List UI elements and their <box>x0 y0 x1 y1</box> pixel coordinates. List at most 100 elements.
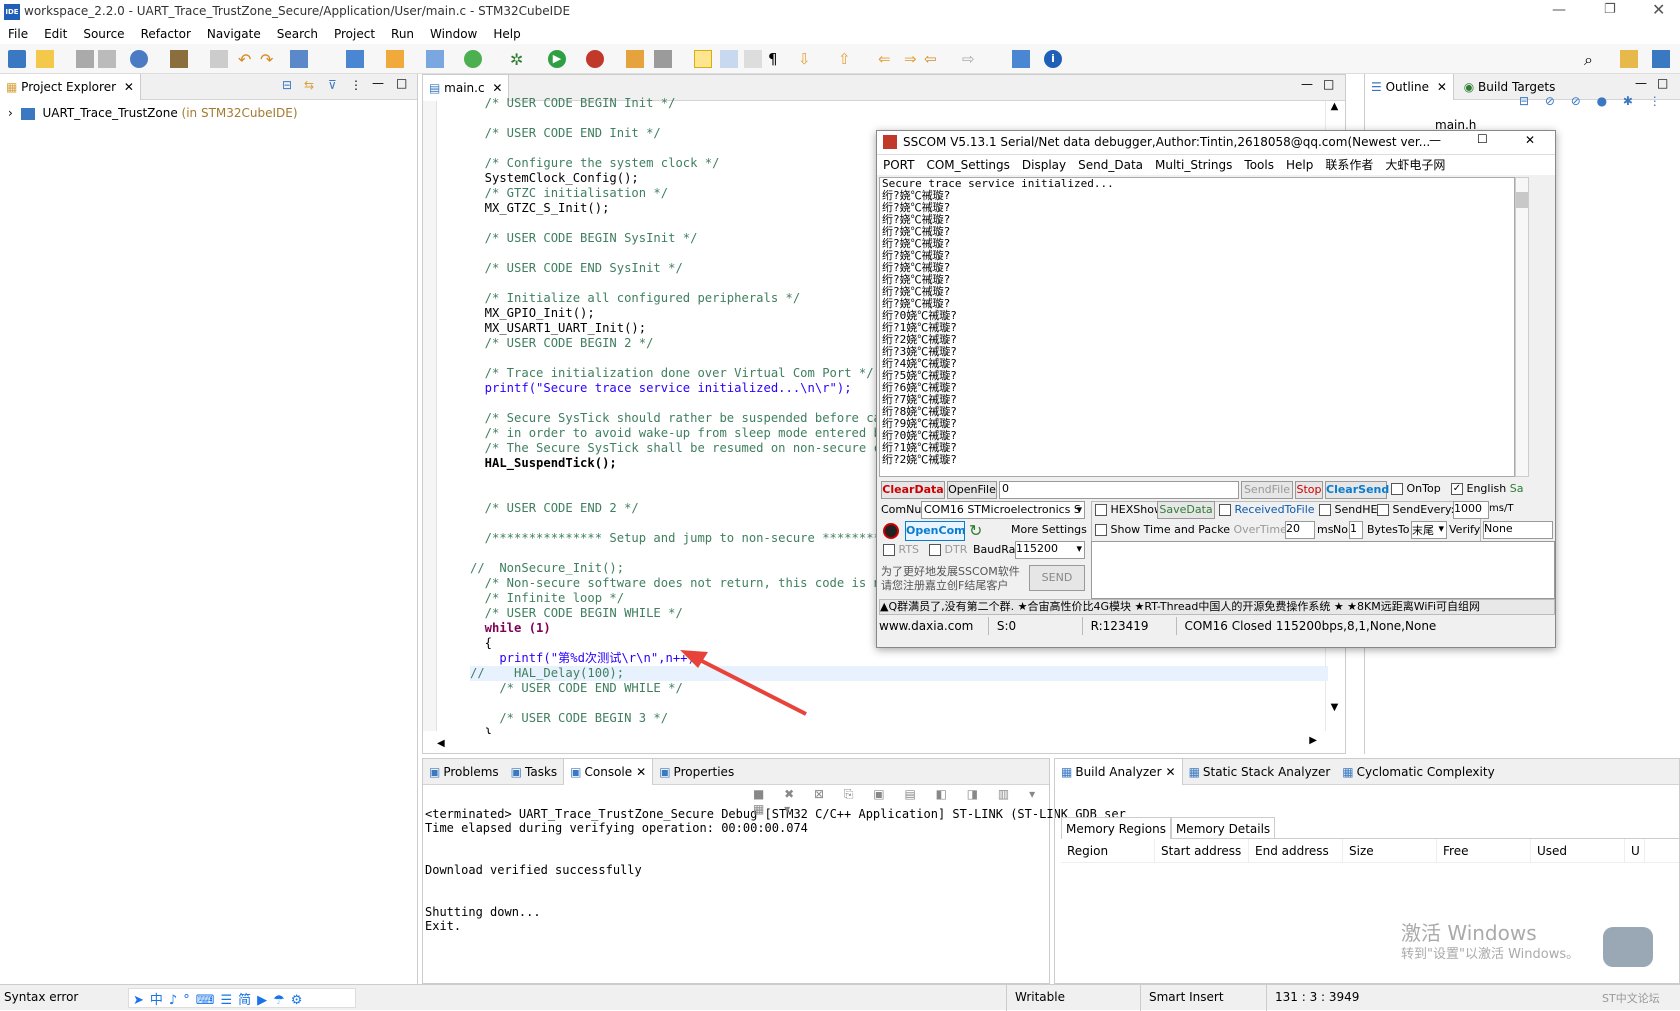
menu-refactor[interactable]: Refactor <box>133 24 199 44</box>
undo-icon[interactable]: ↶ <box>238 50 256 69</box>
collapse-all-icon[interactable]: ⊟ <box>282 78 292 92</box>
wand-icon[interactable] <box>654 50 672 68</box>
close-icon[interactable]: ✕ <box>1652 0 1665 19</box>
send-every-checkbox[interactable]: SendEvery: <box>1377 503 1454 516</box>
restore-icon[interactable]: ❐ <box>1604 2 1616 17</box>
checkbox-box[interactable] <box>1095 504 1107 516</box>
pilcrow-icon[interactable]: ¶ <box>768 50 786 68</box>
toggle-mark-icon[interactable] <box>720 50 738 68</box>
column-header[interactable]: U <box>1625 839 1645 863</box>
menu-file[interactable]: File <box>0 24 36 44</box>
refresh-icon[interactable] <box>464 50 482 68</box>
code-line[interactable]: 93 /* USER CODE BEGIN Init */ <box>470 96 1328 111</box>
chevron-down-icon[interactable]: ▾ <box>1438 522 1444 535</box>
chevron-down-icon[interactable]: ▾ <box>1076 502 1082 518</box>
scroll-up-icon[interactable]: ▲ <box>1326 101 1343 112</box>
comnum-select[interactable]: COM16 STMicroelectronics S ▾ <box>921 501 1085 519</box>
close-icon[interactable]: ✕ <box>124 80 134 94</box>
next-annotation-icon[interactable]: ⇩ <box>798 50 816 68</box>
sscom-menu-item[interactable]: Send_Data <box>1072 158 1149 172</box>
sscom-menu-item[interactable]: PORT <box>877 158 920 172</box>
prev-annotation-icon[interactable]: ⇧ <box>838 50 856 68</box>
checkbox-checked[interactable]: ✓ <box>1451 483 1463 495</box>
chat-bubble-icon[interactable] <box>1603 927 1653 967</box>
refresh-icon[interactable]: ↻ <box>969 521 982 540</box>
debug-icon[interactable]: ✲ <box>510 50 528 69</box>
bytes-to-select[interactable]: 末尾 ▾ <box>1411 521 1447 539</box>
editor-hscrollbar[interactable]: ◀ ▶ <box>437 735 1317 751</box>
checkbox-box[interactable] <box>929 544 941 556</box>
minimize-icon[interactable]: — <box>1552 2 1566 18</box>
received-to-file-checkbox[interactable]: ReceivedToFile <box>1219 503 1315 516</box>
minimize-view-icon[interactable]: — <box>1301 77 1313 91</box>
close-icon[interactable]: ✕ <box>636 765 646 779</box>
column-header[interactable]: End address <box>1249 839 1343 863</box>
menu-source[interactable]: Source <box>75 24 132 44</box>
console-output[interactable]: Time elapsed during verifying operation:… <box>423 821 1049 933</box>
tab-tasks[interactable]: ▣ Tasks <box>505 759 564 785</box>
menu-navigate[interactable]: Navigate <box>199 24 269 44</box>
maximize-view-icon[interactable]: □ <box>1323 77 1334 91</box>
code-line[interactable]: 132 /* USER CODE END WHILE */ <box>470 681 1328 696</box>
tab-properties[interactable]: ▣ Properties <box>653 759 740 785</box>
chevron-right-icon[interactable]: › <box>8 106 13 120</box>
binary-icon[interactable] <box>210 50 228 68</box>
project-tree-item[interactable]: › UART_Trace_TrustZone (in STM32CubeIDE) <box>0 100 417 126</box>
status-site[interactable]: www.daxia.com <box>879 617 989 635</box>
subtab-memory-details[interactable]: Memory Details <box>1170 817 1276 839</box>
open-type-icon[interactable] <box>386 50 404 68</box>
close-icon[interactable]: ✕ <box>1437 80 1447 94</box>
terminal-icon[interactable] <box>290 50 308 68</box>
scroll-thumb[interactable] <box>1516 192 1528 208</box>
stop-button[interactable]: Stop <box>1295 481 1323 499</box>
maximize-icon[interactable]: ☐ <box>1477 132 1488 146</box>
close-icon[interactable]: ✕ <box>1166 765 1176 779</box>
tab-cyclomatic-complexity[interactable]: ▦ Cyclomatic Complexity <box>1336 759 1500 785</box>
settings-icon[interactable] <box>130 50 148 68</box>
sscom-menu-item[interactable]: COM_Settings <box>920 158 1015 172</box>
code-line[interactable]: 133 <box>470 696 1328 711</box>
open-perspective-icon[interactable] <box>1620 50 1638 68</box>
run-icon[interactable]: ▶ <box>548 50 566 68</box>
sscom-menu-item[interactable]: Help <box>1280 158 1319 172</box>
console-actions[interactable]: ■ ✖ ⊠ ⎘ ▣ ▤ ◧ ◨ ▥ ▾ ▦ ▾ <box>753 787 1049 816</box>
ad-ticker[interactable]: ▲Q群满员了,没有第二个群. ★合宙高性价比4G模块 ★RT-Thread中国人… <box>879 599 1555 615</box>
no-input[interactable]: 1 <box>1349 521 1363 539</box>
code-line[interactable]: 135 } <box>470 726 1328 734</box>
tab-outline[interactable]: ☰ Outline ✕ <box>1365 74 1454 100</box>
sscom-menu-item[interactable]: 大虾电子网 <box>1379 158 1451 172</box>
checkbox-box[interactable] <box>1219 504 1231 516</box>
show-time-checkbox[interactable]: Show Time and Packe OverTime <box>1095 523 1287 536</box>
filter-icon[interactable]: ⊽ <box>328 78 337 92</box>
last-edit-icon[interactable]: ⇐ <box>878 50 896 68</box>
tab-project-explorer[interactable]: ▦ Project Explorer ✕ <box>0 74 141 100</box>
dtr-checkbox[interactable]: DTR <box>929 543 967 556</box>
save-icon[interactable] <box>76 50 94 68</box>
code-line[interactable]: 94 <box>470 111 1328 126</box>
column-header[interactable]: Start address <box>1155 839 1249 863</box>
rts-checkbox[interactable]: RTS <box>883 543 919 556</box>
overtime-input[interactable]: 20 <box>1285 521 1315 539</box>
new-project-icon[interactable] <box>346 50 364 68</box>
menu-edit[interactable]: Edit <box>36 24 75 44</box>
sscom-receive-area[interactable]: Secure trace service initialized... 绗?娆℃祴… <box>879 177 1515 477</box>
checkbox-box[interactable] <box>1377 504 1389 516</box>
save-params-short[interactable]: Sa <box>1510 482 1524 495</box>
external-tools-icon[interactable] <box>586 50 604 68</box>
block-select-icon[interactable] <box>744 50 762 68</box>
scroll-down-icon[interactable]: ▼ <box>1326 702 1343 713</box>
next-edit-icon[interactable]: ⇒ <box>904 50 922 68</box>
sscom-recv-scrollbar[interactable] <box>1515 177 1529 477</box>
new-icon[interactable] <box>36 50 54 68</box>
outline-toolbar[interactable]: ⊟ ⊘ ⊘ ● ✱ ⋮ <box>1519 94 1667 108</box>
back-icon[interactable]: ⇦ <box>924 50 942 68</box>
minimize-view-icon[interactable]: — <box>372 76 384 90</box>
open-folder-icon[interactable] <box>626 50 644 68</box>
maximize-view-icon[interactable]: □ <box>1657 76 1668 90</box>
info-icon[interactable]: i <box>1044 50 1062 68</box>
checkbox-box[interactable] <box>1319 504 1331 516</box>
send-input[interactable] <box>1091 541 1555 599</box>
scroll-left-icon[interactable]: ◀ <box>437 738 445 749</box>
ime-toolbar[interactable]: ➤中♪°⌨☰简▶☂⚙ <box>128 988 356 1008</box>
baud-select[interactable]: 115200 ▾ <box>1015 541 1085 559</box>
